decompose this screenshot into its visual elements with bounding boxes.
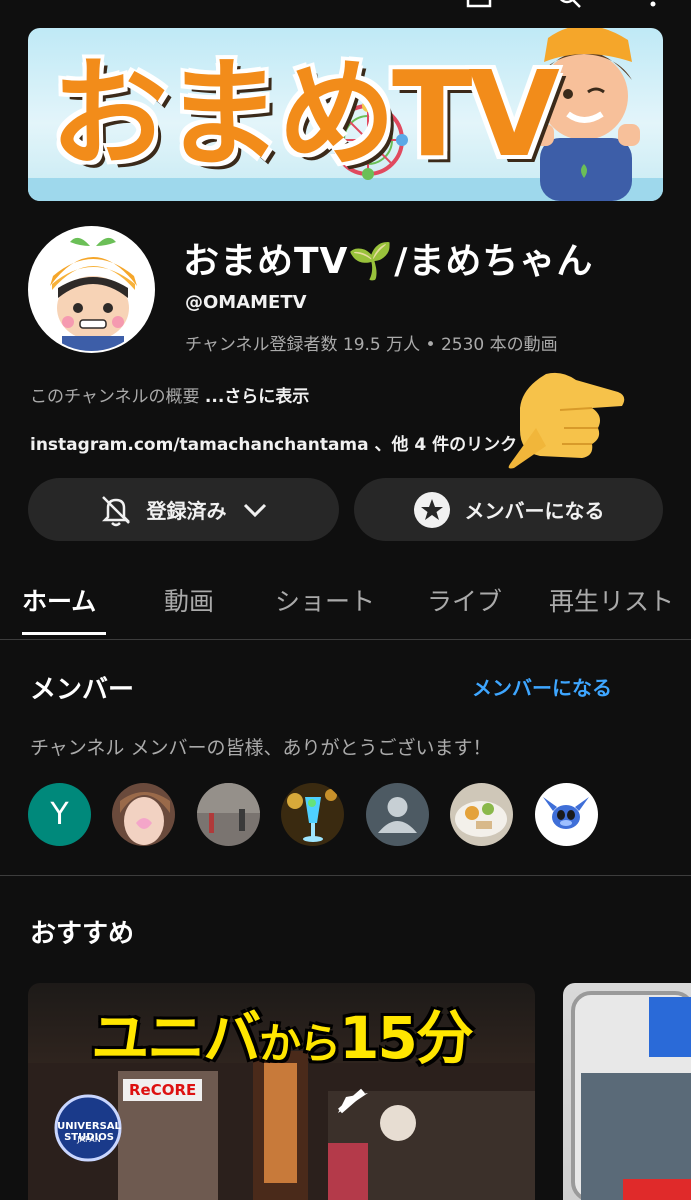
pointing-hand-icon [508, 372, 625, 469]
thumbnail-scene [571, 991, 691, 1200]
thumbnail-title-text: ユニバから15分 [28, 991, 535, 1075]
members-section-title: メンバー [30, 675, 135, 705]
join-membership-label: メンバーになる [464, 499, 605, 523]
cast-icon[interactable] [466, 0, 492, 8]
search-icon[interactable] [556, 0, 582, 8]
member-avatar[interactable]: Y [28, 783, 91, 846]
channel-banner: おまめTV [28, 28, 663, 201]
channel-stats: チャンネル登録者数 19.5 万人 • 2530 本の動画 [185, 335, 558, 355]
universal-studios-badge-sub: JAPAN [77, 1135, 101, 1144]
subscribed-label: 登録済み [146, 499, 227, 523]
join-membership-button[interactable]: メンバーになる [354, 478, 663, 541]
members-thanks-text: チャンネル メンバーの皆様、ありがとうございます！ [30, 737, 492, 759]
more-icon[interactable] [640, 0, 666, 8]
bell-off-icon [101, 495, 130, 526]
member-avatar[interactable] [197, 783, 260, 846]
member-avatar[interactable] [281, 783, 344, 846]
thumb-text-part: ユニバ [91, 1004, 261, 1072]
recommended-section-title: おすすめ [30, 919, 135, 949]
tab-playlists[interactable]: 再生リスト [549, 582, 674, 618]
back-icon[interactable] [28, 0, 54, 8]
character-photo [535, 783, 598, 846]
subscribed-button[interactable]: 登録済み [28, 478, 339, 541]
active-tab-indicator [22, 632, 106, 635]
join-membership-link[interactable]: メンバーになる [472, 672, 612, 701]
drink-photo [281, 783, 344, 846]
channel-name: おまめTV🌱/まめちゃん [183, 241, 594, 282]
food-photo [450, 783, 513, 846]
thumb-text-part: 15分 [339, 1004, 474, 1072]
member-avatar[interactable] [535, 783, 598, 846]
top-app-bar [0, 0, 691, 12]
tab-shorts[interactable]: ショート [275, 582, 375, 618]
channel-handle: @OMAMETV [185, 292, 307, 313]
member-avatar-letter: Y [50, 797, 69, 832]
banner-logo-text: おまめTV [50, 45, 560, 183]
video-thumbnail[interactable]: ReCORE UNIVERSAL STUDIOS JAPAN ユニバから15分 [28, 983, 535, 1200]
channel-tabs: ホーム 動画 ショート ライブ 再生リスト [0, 560, 691, 640]
thumb-text-part: から [259, 1019, 341, 1068]
member-avatar[interactable] [366, 783, 429, 846]
show-more-link[interactable]: ...さらに表示 [205, 387, 309, 407]
channel-links[interactable]: instagram.com/tamachanchantama 、他 4 件のリン… [30, 430, 517, 455]
tab-videos[interactable]: 動画 [164, 582, 214, 618]
member-avatar[interactable] [112, 783, 175, 846]
person-photo [112, 783, 175, 846]
tab-home[interactable]: ホーム [22, 582, 96, 618]
section-divider [0, 875, 691, 876]
member-avatar[interactable] [450, 783, 513, 846]
channel-description[interactable]: このチャンネルの概要 ...さらに表示 [30, 382, 309, 407]
default-user-icon [366, 783, 429, 846]
street-photo [197, 783, 260, 846]
channel-avatar[interactable] [28, 226, 155, 353]
avatar-illustration [30, 228, 153, 351]
store-sign: ReCORE [123, 1079, 203, 1101]
star-badge-icon [413, 491, 450, 528]
description-label: このチャンネルの概要 [30, 387, 200, 407]
chevron-down-icon [243, 503, 266, 517]
video-thumbnail[interactable] [563, 983, 691, 1200]
tab-live[interactable]: ライブ [427, 582, 502, 618]
